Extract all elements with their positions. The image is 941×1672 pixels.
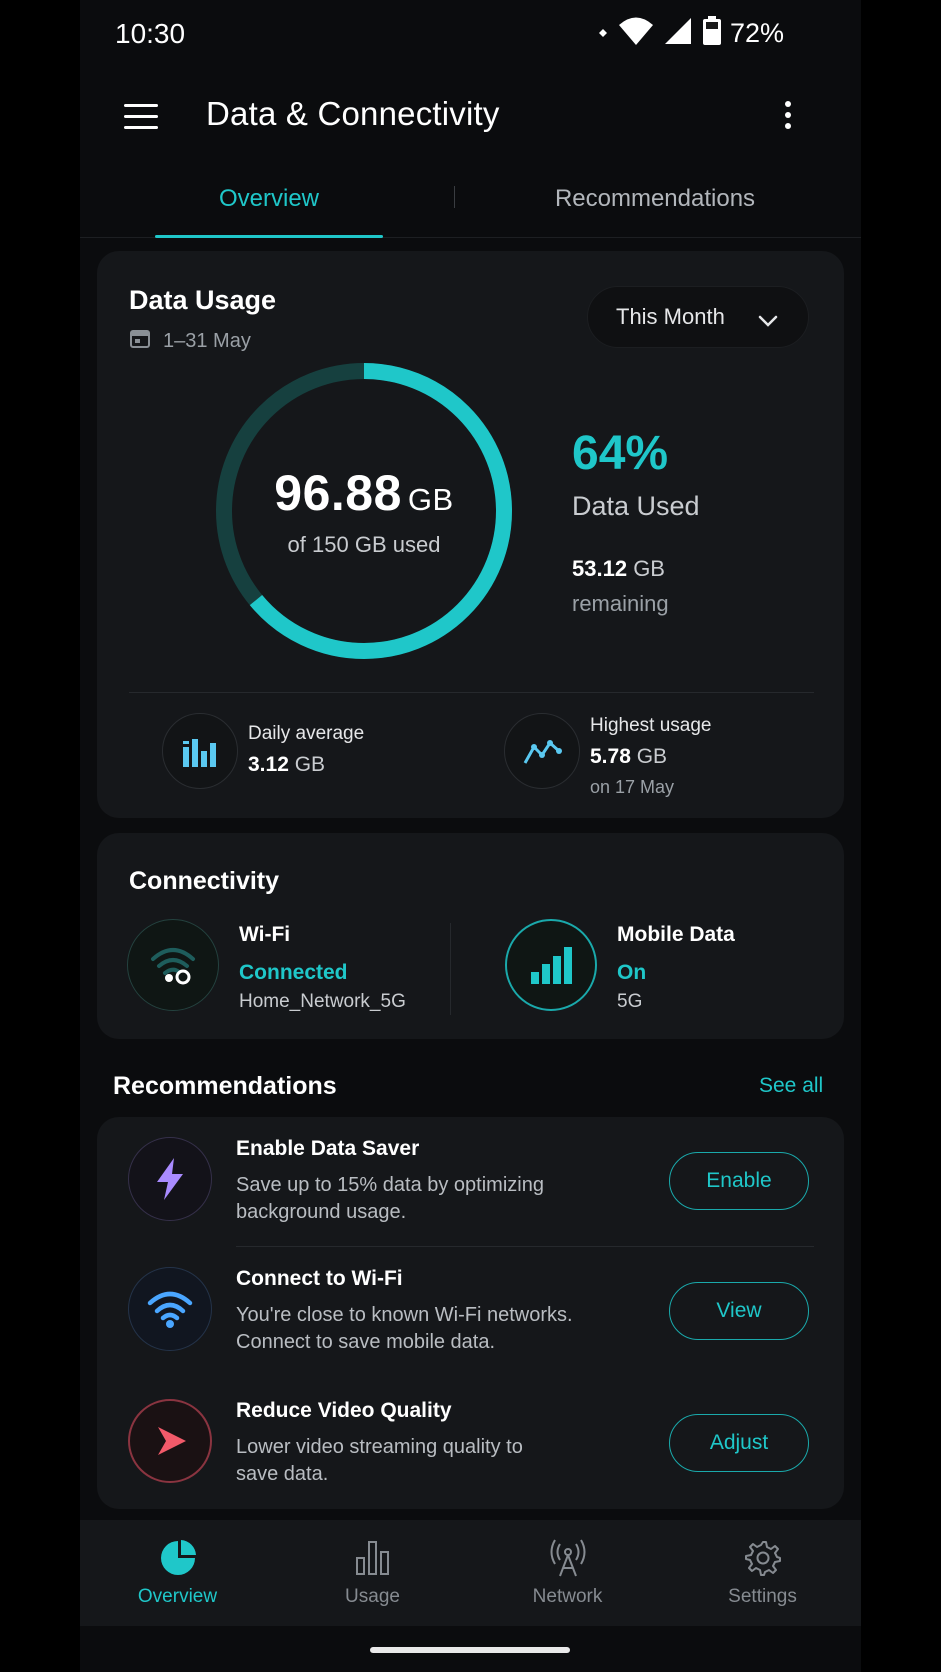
- recommendations-card: Enable Data Saver Save up to 15% data by…: [97, 1117, 844, 1509]
- period-dropdown-label: This Month: [616, 304, 725, 329]
- cell-signal-icon: [664, 17, 692, 50]
- mobile-data-connection[interactable]: Mobile Data On 5G: [505, 919, 735, 1013]
- highest-usage-stat: Highest usage 5.78 GB on 17 May: [504, 713, 711, 798]
- data-usage-card: Data Usage 1–31 May This Month 96.88 GB o…: [97, 251, 844, 818]
- daily-average-label: Daily average: [248, 723, 365, 744]
- page-title: Data & Connectivity: [206, 95, 500, 132]
- more-options-button[interactable]: [778, 98, 798, 134]
- connectivity-separator: [450, 923, 451, 1015]
- usage-ring-chart: 96.88 GB of 150 GB used: [209, 356, 519, 666]
- bar-chart-icon: [354, 1538, 392, 1578]
- pie-chart-icon: [159, 1538, 197, 1578]
- connectivity-card: Connectivity Wi-Fi Connected Home_Networ…: [97, 833, 844, 1039]
- highest-usage-value: 5.78 GB: [590, 745, 668, 768]
- wifi-network-name: Home_Network_5G: [239, 991, 406, 1012]
- top-app-bar: Data & Connectivity: [80, 78, 861, 154]
- date-range: 1–31 May: [129, 327, 251, 355]
- battery-percent: 72%: [730, 18, 785, 48]
- remaining-label: remaining: [572, 591, 669, 616]
- mobile-data-status: On: [617, 961, 647, 984]
- wifi-connection[interactable]: Wi-Fi Connected Home_Network_5G: [127, 919, 406, 1013]
- play-icon: [128, 1399, 212, 1483]
- antenna-icon: [548, 1538, 588, 1578]
- percent-used-label: Data Used: [572, 491, 700, 521]
- data-usage-title: Data Usage: [129, 285, 277, 315]
- recommendation-item: Reduce Video Quality Lower video streami…: [97, 1379, 844, 1509]
- app-screen: Data & Connectivity Overview Recommendat…: [80, 0, 861, 1672]
- remaining-value: 53.12 GB: [572, 556, 665, 581]
- status-time: 10:30: [115, 18, 186, 49]
- tab-recommendations[interactable]: Recommendations: [455, 160, 855, 238]
- recommendation-description: You're close to known Wi-Fi networks. Co…: [236, 1304, 573, 1353]
- wifi-icon: [127, 919, 219, 1011]
- recommendation-title: Reduce Video Quality: [236, 1399, 452, 1422]
- used-caption: of 150 GB used: [287, 532, 441, 557]
- date-range-text: 1–31 May: [163, 329, 251, 352]
- daily-average-stat: Daily average 3.12 GB: [162, 713, 364, 789]
- wifi-signal-icon: [618, 16, 654, 51]
- nav-settings-label: Settings: [728, 1586, 797, 1607]
- see-all-link[interactable]: See all: [759, 1074, 823, 1098]
- usage-ring-center: 96.88 GB of 150 GB used: [209, 356, 519, 666]
- chevron-down-icon: [758, 309, 778, 335]
- gear-icon: [744, 1538, 782, 1578]
- nav-usage[interactable]: Usage: [275, 1520, 470, 1626]
- connectivity-title: Connectivity: [129, 867, 280, 895]
- nav-network[interactable]: Network: [470, 1520, 665, 1626]
- nav-overview-label: Overview: [137, 1586, 218, 1607]
- status-bar: 10:30 72%: [0, 0, 941, 70]
- mobile-data-name: Mobile Data: [617, 923, 735, 946]
- wifi-name: Wi-Fi: [239, 923, 291, 946]
- nav-overview[interactable]: Overview: [80, 1520, 275, 1626]
- period-dropdown[interactable]: This Month: [587, 286, 809, 348]
- nav-network-label: Network: [532, 1586, 603, 1607]
- recommendation-title: Connect to Wi-Fi: [236, 1267, 403, 1290]
- used-value: 96.88 GB: [274, 465, 454, 521]
- battery-icon: [702, 16, 722, 51]
- tab-overview[interactable]: Overview: [155, 160, 383, 238]
- bar-chart-icon: [162, 713, 238, 789]
- recommendation-item: Connect to Wi-Fi You're close to known W…: [97, 1247, 844, 1377]
- signal-bars-icon: [505, 919, 597, 1011]
- dot-icon: [598, 25, 608, 43]
- trend-chart-icon: [504, 713, 580, 789]
- percent-used: 64%: [572, 427, 669, 480]
- highest-usage-label: Highest usage: [590, 715, 712, 736]
- calendar-icon: [129, 327, 151, 355]
- wifi-icon: [128, 1267, 212, 1351]
- mobile-network-type: 5G: [617, 991, 643, 1012]
- usage-divider: [129, 692, 814, 693]
- lightning-icon: [128, 1137, 212, 1221]
- highest-usage-date: on 17 May: [590, 777, 675, 797]
- recommendation-title: Enable Data Saver: [236, 1137, 420, 1160]
- recommendation-description: Save up to 15% data by optimizing backgr…: [236, 1174, 544, 1223]
- nav-usage-label: Usage: [345, 1586, 400, 1607]
- adjust-video-quality-button[interactable]: Adjust: [669, 1414, 809, 1472]
- menu-button[interactable]: [122, 100, 162, 134]
- daily-average-value: 3.12 GB: [248, 753, 326, 776]
- status-icons: [598, 16, 722, 51]
- nav-settings[interactable]: Settings: [665, 1520, 860, 1626]
- enable-data-saver-button[interactable]: Enable: [669, 1152, 809, 1210]
- tab-bar: Overview Recommendations: [80, 160, 861, 238]
- recommendation-description: Lower video streaming quality to save da…: [236, 1436, 523, 1485]
- home-indicator[interactable]: [370, 1647, 570, 1653]
- view-wifi-button[interactable]: View: [669, 1282, 809, 1340]
- recommendation-item: Enable Data Saver Save up to 15% data by…: [97, 1117, 844, 1247]
- wifi-status: Connected: [239, 961, 348, 984]
- bottom-navigation: Overview Usage Network Settings: [80, 1520, 861, 1626]
- recommendations-title: Recommendations: [113, 1072, 337, 1100]
- phone-screen: 10:30 72% Data & Connectivity Overview R…: [0, 0, 941, 1672]
